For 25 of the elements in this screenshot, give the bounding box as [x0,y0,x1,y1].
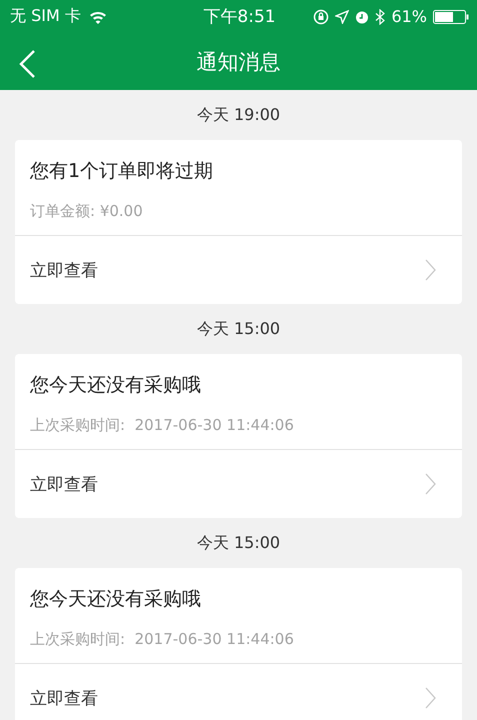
timestamp-text: 今天 15:00 [196,319,280,338]
view-now-link[interactable]: 立即查看 [15,664,462,720]
alarm-clock-icon [355,10,370,24]
chevron-right-icon [425,687,436,709]
battery-percent-text: 61% [391,7,427,26]
clock-text: 下午8:51 [203,6,276,28]
notification-detail: 上次采购时间: 2017-06-30 11:44:06 [30,629,295,649]
notification-detail: 上次采购时间: 2017-06-30 11:44:06 [30,415,295,435]
chevron-right-icon [425,473,436,495]
timestamp-text: 今天 19:00 [196,105,280,124]
battery-icon [433,10,469,24]
bluetooth-icon [375,8,386,24]
location-arrow-icon [335,10,350,24]
page-title: 通知消息 [196,48,280,76]
rotation-lock-icon [313,8,330,24]
view-now-link[interactable]: 立即查看 [15,450,462,518]
notification-title: 您有1个订单即将过期 [30,159,214,184]
wifi-icon [88,10,107,24]
timestamp-text: 今天 15:00 [196,533,280,552]
chevron-right-icon [425,259,436,281]
notification-detail: 订单金额: ¥0.00 [30,201,144,221]
notification-title: 您今天还没有采购哦 [30,373,202,398]
view-now-link[interactable]: 立即查看 [15,236,462,304]
carrier-text: 无 SIM 卡 [10,6,81,27]
notification-title: 您今天还没有采购哦 [30,587,202,612]
